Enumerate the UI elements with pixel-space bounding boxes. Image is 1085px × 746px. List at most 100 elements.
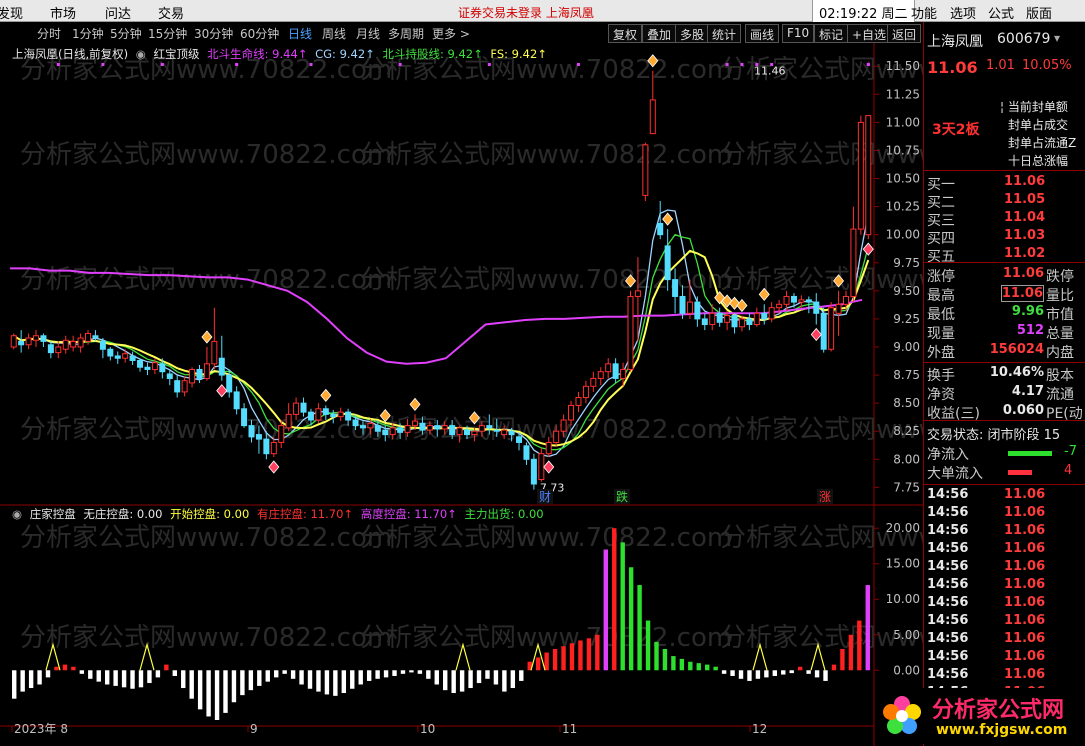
toolbar-button-7[interactable]: +自选	[847, 24, 892, 43]
marker-label: 财	[539, 490, 551, 504]
logo-url: www.fxjgsw.com	[936, 722, 1068, 738]
indicator-bar	[840, 648, 845, 671]
menu-formula[interactable]: 公式	[988, 3, 1014, 22]
y-tick-label: 10.00	[886, 592, 920, 606]
toolbar-button-8[interactable]: 返回	[887, 24, 922, 43]
bid-row-0: 买一 11.06	[924, 174, 1085, 193]
candle	[367, 422, 374, 429]
marker-dot	[309, 63, 313, 66]
period-tab-4[interactable]: 30分钟	[194, 25, 233, 42]
candle	[842, 295, 849, 305]
indicator-bar	[417, 670, 423, 674]
toolbar-button-2[interactable]: 多股	[675, 24, 710, 43]
indicator-bar	[383, 670, 389, 678]
y-tick-label: 10.25	[886, 200, 920, 214]
candle	[820, 312, 827, 350]
dropdown-icon[interactable]: ▾	[1054, 31, 1060, 45]
candle	[137, 359, 144, 368]
tick-price: 11.06	[1004, 505, 1046, 520]
candle	[672, 279, 679, 297]
indicator-title[interactable]: 庄家控盘	[30, 507, 76, 521]
toolbar-button-3[interactable]: 统计	[707, 24, 742, 43]
period-tab-6[interactable]: 日线	[288, 25, 312, 42]
collapse-icon[interactable]: ◉	[12, 507, 22, 521]
candle	[55, 346, 62, 354]
indicator-bar	[231, 670, 237, 703]
period-tab-7[interactable]: 周线	[322, 25, 346, 42]
legend-no-control: 无庄控盘: 0.00	[83, 507, 163, 521]
candle	[397, 427, 404, 433]
tick-time: 14:56	[927, 595, 969, 610]
candle	[107, 348, 114, 357]
candle	[560, 419, 567, 432]
menu-layout[interactable]: 版面	[1026, 3, 1052, 22]
candle	[144, 366, 151, 370]
period-tab-2[interactable]: 5分钟	[110, 25, 142, 42]
indicator-bar	[502, 670, 507, 692]
indicator-bar	[12, 670, 17, 699]
period-tab-9[interactable]: 多周期	[388, 25, 424, 42]
marker-dot	[101, 63, 105, 66]
marker-dot	[487, 63, 491, 66]
indicator-bar	[696, 663, 701, 671]
candle	[605, 363, 612, 373]
stat2-row-2: 收益(三) 0.060 PE(动	[924, 403, 1085, 422]
candle	[374, 425, 381, 432]
collapse-icon[interactable]: ◉	[136, 47, 146, 61]
menu-function[interactable]: 功能	[911, 3, 937, 22]
candle	[478, 425, 485, 432]
toolbar-button-4[interactable]: 画线	[745, 24, 780, 43]
stat-label-2: 内盘	[1046, 345, 1074, 361]
candle	[211, 340, 218, 365]
login-notice[interactable]: 证券交易未登录 上海凤凰	[458, 4, 594, 21]
candle	[464, 429, 471, 436]
indicator-chart[interactable]: 分析家公式网www.70822.com分析家公式网www.70822.com分析…	[0, 506, 923, 746]
menu-options[interactable]: 选项	[950, 3, 976, 22]
candle	[553, 430, 560, 443]
toolbar-button-6[interactable]: 标记	[814, 24, 849, 43]
menu-trade[interactable]: 交易	[158, 3, 184, 22]
menu-wenda[interactable]: 问达	[105, 3, 131, 22]
watermark: 分析家公式网www.70822.com	[20, 265, 392, 295]
tick-row-6: 14:56 11.06	[924, 595, 1085, 613]
candle	[293, 402, 300, 415]
marker-dot	[740, 63, 744, 66]
toolbar-button-0[interactable]: 复权	[608, 24, 643, 43]
stat-value: 156024	[989, 342, 1044, 357]
period-tab-1[interactable]: 1分钟	[72, 25, 104, 42]
menu-discover[interactable]: 发现	[0, 3, 23, 22]
toolbar-button-5[interactable]: F10	[782, 24, 815, 43]
indicator-bar	[620, 542, 625, 671]
divider	[924, 362, 1085, 363]
y-tick-label: 5.00	[893, 628, 920, 642]
stock-title: 上海凤凰 600679 ▾	[924, 31, 1085, 50]
toolbar-button-1[interactable]: 叠加	[642, 24, 677, 43]
indicator-bar	[62, 664, 68, 671]
indicator-bar	[197, 670, 203, 710]
stat-label-2: 量比	[1046, 288, 1074, 304]
indicator-name[interactable]: 红宝顶级	[154, 47, 200, 61]
period-tab-3[interactable]: 15分钟	[148, 25, 187, 42]
candle	[753, 312, 760, 326]
candle	[47, 344, 54, 354]
candle	[731, 315, 738, 328]
stat2-value: 0.060	[1002, 403, 1044, 418]
stat-row-1: 最高 11.06 量比	[924, 285, 1085, 304]
candle	[501, 429, 508, 436]
menu-market[interactable]: 市场	[50, 3, 76, 22]
indicator-bar	[645, 620, 651, 671]
big-inflow-bar	[1008, 470, 1032, 475]
candle	[345, 411, 352, 421]
period-tab-10[interactable]: 更多 >	[432, 25, 470, 42]
candle	[649, 99, 656, 135]
period-tabs: 分时 1分钟 5分钟 15分钟 30分钟 60分钟 日线 周线 月线 多周期 更多 >	[0, 24, 470, 42]
candle	[486, 425, 493, 429]
stat-label-2: 总量	[1046, 326, 1074, 342]
candle	[746, 318, 753, 326]
candle	[657, 222, 664, 236]
indicator-bar	[366, 670, 372, 681]
period-tab-5[interactable]: 60分钟	[240, 25, 279, 42]
period-tab-8[interactable]: 月线	[356, 25, 380, 42]
price-chart[interactable]: 分析家公式网www.70822.com分析家公式网www.70822.com分析…	[0, 43, 923, 506]
period-tab-0[interactable]: 分时	[37, 25, 61, 42]
